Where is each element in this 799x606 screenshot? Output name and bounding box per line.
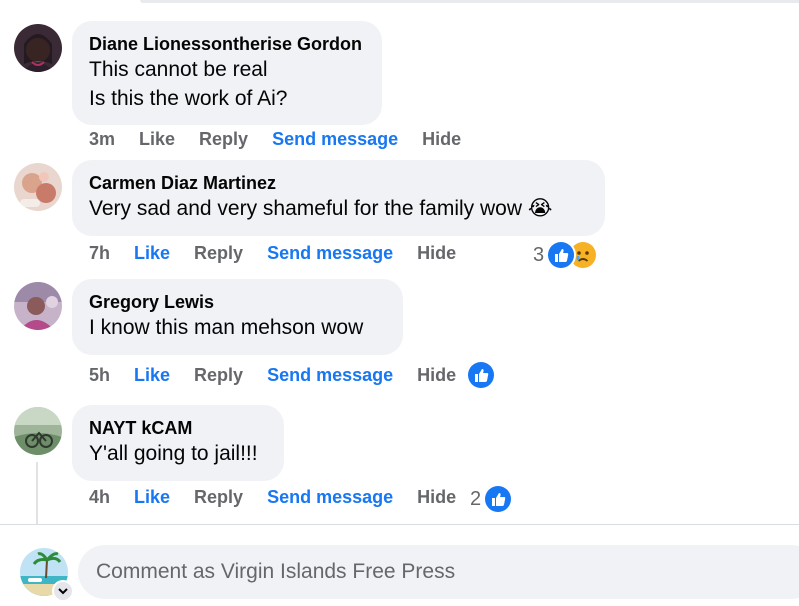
comments-panel: Diane Lionessontherise Gordon This canno…	[0, 0, 799, 606]
comment-bubble: Diane Lionessontherise Gordon This canno…	[72, 21, 382, 125]
comment-text: Is this the work of Ai?	[89, 87, 288, 110]
comment-author[interactable]: NAYT kCAM	[89, 417, 266, 439]
comment-bubble: NAYT kCAM Y'all going to jail!!!	[72, 405, 284, 481]
comment-actions: 7h Like Reply Send message Hide	[89, 243, 480, 264]
comment-text: Y'all going to jail!!!	[89, 442, 258, 465]
comment-timestamp[interactable]: 7h	[89, 243, 110, 264]
comment-timestamp[interactable]: 4h	[89, 487, 110, 508]
avatar[interactable]	[14, 407, 62, 455]
reaction-count: 2	[470, 487, 482, 510]
reply-button[interactable]: Reply	[194, 365, 243, 386]
avatar[interactable]	[14, 163, 62, 211]
hide-button[interactable]: Hide	[417, 365, 456, 386]
avatar[interactable]	[14, 282, 62, 330]
like-icon	[466, 360, 496, 390]
comment-author[interactable]: Diane Lionessontherise Gordon	[89, 33, 364, 55]
avatar[interactable]	[14, 24, 62, 72]
comment-timestamp[interactable]: 5h	[89, 365, 110, 386]
reaction-summary[interactable]	[466, 360, 496, 390]
like-button[interactable]: Like	[134, 487, 170, 508]
top-divider	[140, 0, 799, 3]
composer-divider	[0, 524, 799, 525]
comment-bubble: Gregory Lewis I know this man mehson wow	[72, 279, 403, 355]
like-button[interactable]: Like	[134, 365, 170, 386]
comment-actions: 5h Like Reply Send message Hide	[89, 365, 480, 386]
thread-line	[36, 462, 38, 524]
like-icon	[546, 240, 577, 270]
reply-button[interactable]: Reply	[194, 243, 243, 264]
reply-button[interactable]: Reply	[199, 129, 248, 150]
send-message-button[interactable]: Send message	[267, 243, 393, 264]
reaction-summary[interactable]: 2	[470, 484, 514, 514]
reaction-count: 3	[533, 243, 545, 266]
like-button[interactable]: Like	[134, 243, 170, 264]
send-message-button[interactable]: Send message	[267, 365, 393, 386]
comment-author[interactable]: Gregory Lewis	[89, 291, 385, 313]
comment-timestamp[interactable]: 3m	[89, 129, 115, 150]
comment-text: This cannot be real	[89, 58, 268, 81]
chevron-down-icon	[58, 588, 68, 595]
send-message-button[interactable]: Send message	[267, 487, 393, 508]
hide-button[interactable]: Hide	[417, 243, 456, 264]
reply-button[interactable]: Reply	[194, 487, 243, 508]
comment-input[interactable]	[78, 545, 799, 599]
like-button[interactable]: Like	[139, 129, 175, 150]
comment-actions: 3m Like Reply Send message Hide	[89, 129, 485, 150]
comment-author[interactable]: Carmen Diaz Martinez	[89, 172, 587, 194]
comment-bubble: Carmen Diaz Martinez Very sad and very s…	[72, 160, 605, 236]
like-icon	[483, 484, 514, 514]
comment-text: Very sad and very shameful for the famil…	[89, 197, 553, 220]
comment-text: I know this man mehson wow	[89, 316, 364, 339]
send-message-button[interactable]: Send message	[272, 129, 398, 150]
reaction-summary[interactable]: 3	[533, 240, 599, 270]
comment-actions: 4h Like Reply Send message Hide	[89, 487, 480, 508]
hide-button[interactable]: Hide	[417, 487, 456, 508]
account-switch-button[interactable]	[52, 580, 74, 602]
hide-button[interactable]: Hide	[422, 129, 461, 150]
